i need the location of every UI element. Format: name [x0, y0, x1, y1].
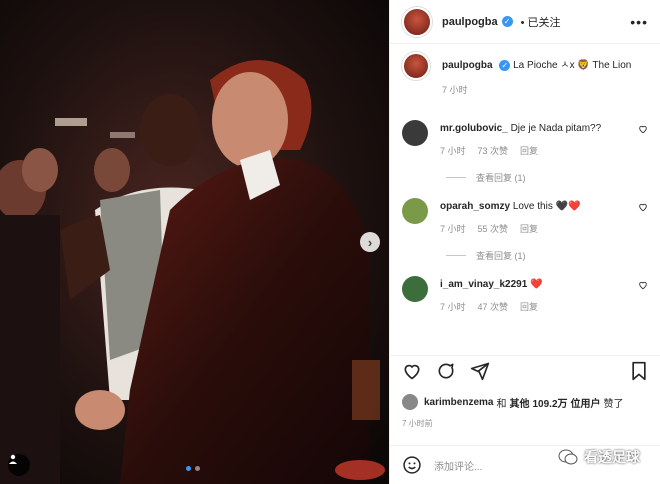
- verified-badge-icon: ✓: [501, 16, 513, 27]
- watermark-text: 看透足球: [584, 449, 640, 465]
- more-options-icon[interactable]: •••: [630, 14, 648, 30]
- liker-username[interactable]: karimbenzema: [424, 397, 493, 408]
- commenter-avatar[interactable]: [402, 198, 428, 224]
- emoji-smiley-icon[interactable]: [402, 455, 422, 475]
- comment-like-heart-icon[interactable]: [638, 202, 648, 212]
- carousel-dot: [195, 466, 200, 471]
- comment-row: i_am_vinay_k2291 ❤️ 7 小时 47 次赞 回复: [390, 276, 660, 313]
- post-action-bar: [390, 355, 660, 385]
- reply-button[interactable]: 回复: [520, 222, 538, 235]
- comment-time: 7 小时: [440, 302, 466, 312]
- comment-row: mr.golubovic_ Dje je Nada pitam?? 7 小时 7…: [390, 120, 660, 157]
- caption-avatar[interactable]: [402, 52, 430, 80]
- commenter-username[interactable]: mr.golubovic_: [440, 123, 508, 134]
- comment-text: Love this 🖤❤️: [512, 201, 581, 212]
- tagged-users-button[interactable]: [8, 454, 30, 476]
- view-replies[interactable]: 查看回复 (1): [390, 249, 660, 262]
- liker-avatar: [402, 394, 418, 410]
- comment-text: ❤️: [530, 279, 543, 290]
- comment-likes[interactable]: 73 次赞: [478, 144, 509, 157]
- likes-others: 其他: [509, 398, 530, 410]
- commenter-username[interactable]: i_am_vinay_k2291: [440, 279, 527, 290]
- photo-illustration: [0, 0, 389, 484]
- post-timestamp: 7 小时前: [402, 419, 433, 428]
- reply-button[interactable]: 回复: [520, 144, 538, 157]
- replies-divider: [446, 177, 466, 178]
- comment-likes[interactable]: 55 次赞: [478, 222, 509, 235]
- comments-list: paulpogba ✓ La Pioche ㅅx 🦁 The Lion 7 小时…: [390, 52, 660, 313]
- likes-count: 109.2万: [532, 398, 568, 410]
- post-header: paulpogba ✓ • 已关注 •••: [390, 0, 660, 44]
- comment-row: oparah_somzy Love this 🖤❤️ 7 小时 55 次赞 回复: [390, 198, 660, 235]
- share-paper-plane-icon[interactable]: [470, 361, 490, 381]
- following-status[interactable]: • 已关注: [521, 14, 561, 30]
- caption-time: 7 小时: [442, 85, 468, 95]
- replies-divider: [446, 255, 466, 256]
- comment-likes[interactable]: 47 次赞: [478, 300, 509, 313]
- comment-like-heart-icon[interactable]: [638, 280, 648, 290]
- author-username[interactable]: paulpogba: [442, 16, 498, 28]
- likes-and: 和: [496, 398, 507, 410]
- carousel-indicator: [186, 466, 200, 471]
- caption-text: La Pioche ㅅx 🦁 The Lion: [513, 60, 632, 71]
- commenter-username[interactable]: oparah_somzy: [440, 201, 510, 212]
- view-replies-label: 查看回复 (1): [476, 251, 526, 261]
- carousel-dot-active: [186, 466, 191, 471]
- verified-badge-icon: ✓: [499, 59, 511, 71]
- comment-text: Dje je Nada pitam??: [510, 123, 602, 134]
- caption-row: paulpogba ✓ La Pioche ㅅx 🦁 The Lion 7 小时: [390, 52, 660, 108]
- view-replies-label: 查看回复 (1): [476, 173, 526, 183]
- comment-time: 7 小时: [440, 146, 466, 156]
- author-avatar[interactable]: [402, 6, 432, 37]
- follow-label: 已关注: [527, 16, 561, 29]
- view-replies[interactable]: 查看回复 (1): [390, 171, 660, 184]
- user-tag-icon: [9, 454, 17, 464]
- wechat-icon: [558, 449, 578, 465]
- comment-like-heart-icon[interactable]: [638, 124, 648, 134]
- commenter-avatar[interactable]: [402, 120, 428, 146]
- post-photo[interactable]: ›: [0, 0, 389, 484]
- commenter-avatar[interactable]: [402, 276, 428, 302]
- likes-liked: 赞了: [603, 398, 624, 410]
- watermark: 看透足球: [558, 447, 640, 467]
- like-heart-icon[interactable]: [402, 361, 422, 381]
- likes-suffix: 位用户: [570, 398, 601, 410]
- comment-time: 7 小时: [440, 224, 466, 234]
- next-image-button[interactable]: ›: [360, 232, 380, 252]
- bookmark-icon[interactable]: [630, 361, 648, 381]
- likes-summary[interactable]: karimbenzema 和 其他 109.2万 位用户 赞了: [402, 394, 648, 410]
- caption-username[interactable]: paulpogba: [442, 60, 493, 71]
- add-comment-input[interactable]: 添加评论...: [434, 458, 482, 473]
- reply-button[interactable]: 回复: [520, 300, 538, 313]
- post-side-panel: paulpogba ✓ • 已关注 ••• paulpogba ✓ La Pio…: [389, 0, 660, 484]
- comment-bubble-icon[interactable]: [436, 361, 456, 381]
